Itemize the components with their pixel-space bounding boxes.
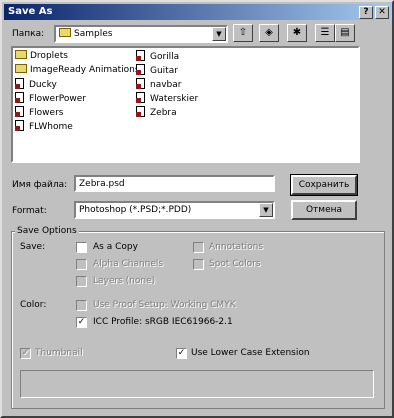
window-title: Save As <box>8 6 53 17</box>
annotations-checkbox[interactable] <box>193 242 204 253</box>
thumbnail-checkbox[interactable]: ✓ <box>20 348 31 359</box>
file-item[interactable]: FLWhome <box>15 120 73 135</box>
spot-colors-label: Spot Colors <box>209 259 261 269</box>
file-list[interactable]: Droplets ImageReady Animations Ducky Flo… <box>11 46 360 163</box>
save-button[interactable]: Сохранить <box>290 174 358 196</box>
layers-checkbox[interactable] <box>76 276 87 287</box>
file-item[interactable]: Droplets <box>15 50 68 65</box>
check-icon: ✓ <box>177 348 186 358</box>
folder-dropdown[interactable]: Samples ▼ <box>54 25 228 43</box>
chevron-down-icon[interactable]: ▼ <box>212 27 226 41</box>
psd-file-icon <box>136 106 145 117</box>
file-item[interactable]: FlowerPower <box>15 92 86 107</box>
help-button[interactable]: ? <box>359 6 373 19</box>
folder-icon <box>15 50 27 59</box>
psd-file-icon <box>136 64 145 75</box>
psd-file-icon <box>136 92 145 103</box>
save-label: Save: <box>20 242 46 252</box>
psd-file-icon <box>15 120 24 131</box>
icc-profile-checkbox[interactable]: ✓ <box>76 317 87 328</box>
desktop-icon: ◈ <box>265 27 273 38</box>
as-copy-label: As a Copy <box>93 242 138 252</box>
close-button[interactable]: ✕ <box>375 6 389 19</box>
save-options-title: Save Options <box>15 226 79 236</box>
use-proof-setup-label: Use Proof Setup: Working CMYK <box>93 300 236 310</box>
folder-value: Samples <box>74 29 113 39</box>
file-item[interactable]: ImageReady Animations <box>15 64 140 79</box>
alpha-channels-label: Alpha Channels <box>93 259 164 269</box>
desktop-button[interactable]: ◈ <box>259 24 279 42</box>
icc-profile-label: ICC Profile: sRGB IEC61966-2.1 <box>93 317 233 327</box>
psd-file-icon <box>15 106 24 117</box>
file-item[interactable]: Gorilla <box>136 50 179 65</box>
folder-icon <box>15 64 27 73</box>
file-item[interactable]: Zebra <box>136 106 177 121</box>
details-view-button[interactable]: ▤ <box>335 24 355 42</box>
chevron-down-icon[interactable]: ▼ <box>259 203 273 217</box>
layers-label: Layers (none) <box>93 276 156 286</box>
file-item[interactable]: Flowers <box>15 106 63 121</box>
use-proof-setup-checkbox[interactable] <box>76 300 87 311</box>
up-folder-icon: ⇧ <box>238 27 248 38</box>
cancel-button[interactable]: Отмена <box>291 200 357 220</box>
new-folder-button[interactable]: ✱ <box>287 24 307 42</box>
psd-file-icon <box>136 78 145 89</box>
thumbnail-label: Thumbnail <box>35 348 83 358</box>
folder-icon <box>59 28 71 37</box>
status-panel <box>20 370 374 398</box>
filename-value: Zebra.psd <box>79 179 125 189</box>
format-dropdown[interactable]: Photoshop (*.PSD;*.PDD) ▼ <box>74 201 275 219</box>
as-copy-checkbox[interactable] <box>76 242 87 253</box>
title-bar: Save As ? ✕ <box>4 4 392 20</box>
details-view-icon: ▤ <box>340 27 350 38</box>
spot-colors-checkbox[interactable] <box>193 259 204 270</box>
annotations-label: Annotations <box>209 242 264 252</box>
list-view-icon: ☰ <box>320 27 330 38</box>
lower-case-extension-checkbox[interactable]: ✓ <box>176 348 187 359</box>
format-value: Photoshop (*.PSD;*.PDD) <box>79 205 192 215</box>
check-icon: ✓ <box>77 317 86 327</box>
list-view-button[interactable]: ☰ <box>315 24 335 42</box>
folder-label: Папка: <box>12 29 45 39</box>
file-item[interactable]: Guitar <box>136 64 178 79</box>
alpha-channels-checkbox[interactable] <box>76 259 87 270</box>
save-as-dialog: Save As ? ✕ Папка: Samples ▼ ⇧ ◈ ✱ ☰ ▤ D… <box>0 0 394 418</box>
psd-file-icon <box>136 50 145 61</box>
format-label: Format: <box>12 206 47 216</box>
filename-label: Имя файла: <box>12 180 68 190</box>
color-label: Color: <box>20 300 47 310</box>
up-folder-button[interactable]: ⇧ <box>233 24 253 42</box>
psd-file-icon <box>15 78 24 89</box>
new-folder-icon: ✱ <box>292 27 302 38</box>
file-item[interactable]: Waterskier <box>136 92 198 107</box>
psd-file-icon <box>15 92 24 103</box>
file-item[interactable]: Ducky <box>15 78 57 93</box>
filename-input[interactable]: Zebra.psd <box>74 175 275 192</box>
check-icon: ✓ <box>21 348 30 358</box>
file-item[interactable]: navbar <box>136 78 181 93</box>
lower-case-extension-label: Use Lower Case Extension <box>191 348 310 358</box>
